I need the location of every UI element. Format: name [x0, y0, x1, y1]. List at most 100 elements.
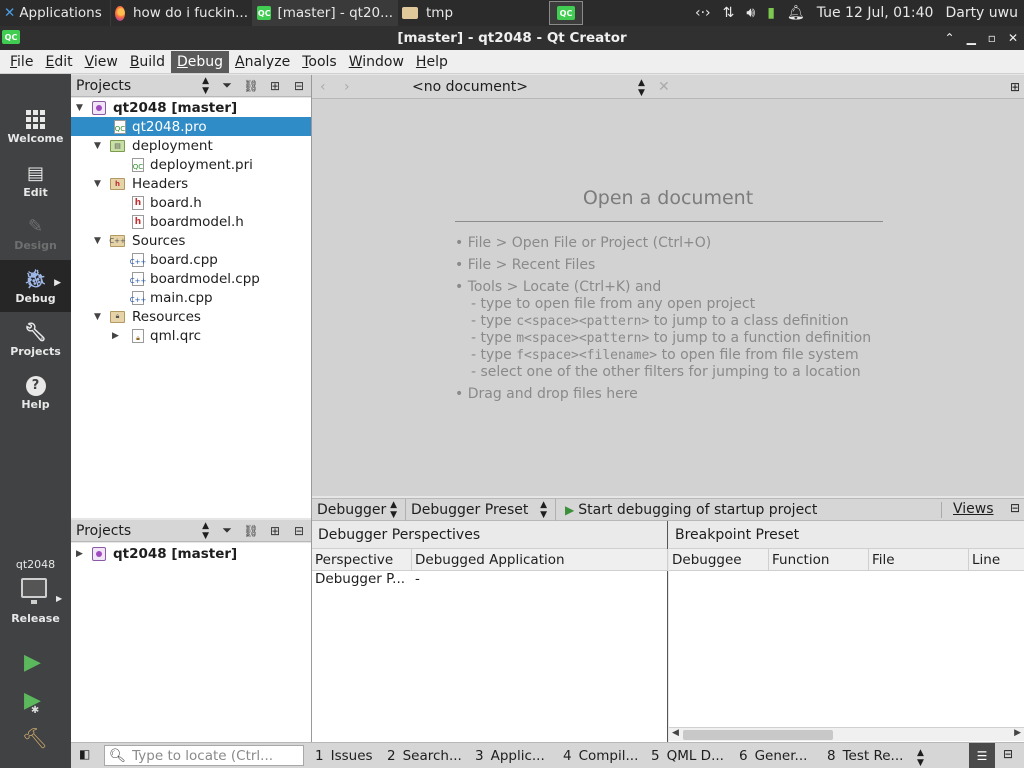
start-debugging-button[interactable]: ▶✱: [24, 688, 49, 716]
column-header-debuggee[interactable]: Debuggee: [669, 549, 769, 571]
mode-debug[interactable]: 🐞︎ Debug ▶: [0, 260, 71, 312]
column-header-file[interactable]: File: [869, 549, 969, 571]
menu-tools[interactable]: Tools: [296, 51, 343, 73]
tree-row-file[interactable]: C++ main.cpp: [71, 288, 311, 307]
mode-design[interactable]: ✎ Design: [0, 207, 71, 259]
progress-details-icon[interactable]: ☰: [969, 743, 995, 768]
close-pane-icon[interactable]: ⊟: [1010, 501, 1020, 515]
build-hammer-button[interactable]: 🔨︎: [22, 726, 47, 750]
tree-row-folder[interactable]: ▼ 🔒︎ Resources: [71, 307, 311, 326]
debugged-application-cell[interactable]: -: [415, 571, 420, 587]
close-document-icon[interactable]: ✕: [658, 79, 670, 95]
window-titlebar[interactable]: QC [master] - qt2048 - Qt Creator ⌃ ▁ ▫ …: [0, 26, 1024, 50]
tree-row-pro-file[interactable]: QC qt2048.pro: [71, 117, 311, 136]
shade-window-icon[interactable]: ⌃: [945, 31, 955, 45]
output-tab-search[interactable]: 2 Search...: [387, 743, 462, 768]
volume-icon[interactable]: 🔊︎: [740, 5, 761, 21]
editor-toolbar: ‹ › <no document> ▲ ▼ ✕ ⊞: [312, 75, 1024, 99]
editor-area[interactable]: Open a document • File > Open File or Pr…: [312, 99, 1024, 496]
menu-help[interactable]: Help: [410, 51, 454, 73]
scroll-right-arrow-icon[interactable]: ▶: [1014, 728, 1021, 738]
notifications-bell-icon[interactable]: 🔔︎: [781, 5, 811, 21]
output-tab-compile[interactable]: 4 Compil...: [563, 743, 638, 768]
filter-icon[interactable]: ⏷: [215, 78, 239, 93]
menu-debug[interactable]: Debug: [170, 50, 230, 73]
mode-welcome[interactable]: Welcome: [0, 100, 71, 152]
column-header-debugged-application[interactable]: Debugged Application: [412, 549, 668, 571]
clock[interactable]: Tue 12 Jul, 01:40: [811, 5, 940, 21]
run-button[interactable]: ▶: [24, 650, 41, 675]
document-selector[interactable]: <no document>: [412, 79, 528, 95]
split-icon[interactable]: ⊞: [263, 524, 287, 538]
network-icon[interactable]: ⇅: [717, 5, 741, 21]
back-arrow-icon[interactable]: ‹: [320, 79, 326, 95]
start-debugging-button[interactable]: ▶ Start debugging of startup project: [560, 499, 860, 521]
split-editor-icon[interactable]: ⊞: [1010, 80, 1020, 94]
maximize-window-icon[interactable]: ▫: [988, 31, 996, 45]
tree-row-file[interactable]: h boardmodel.h: [71, 212, 311, 231]
close-pane-icon[interactable]: ⊟: [287, 524, 311, 538]
taskbar-item-firefox[interactable]: how do i fuckin...: [110, 0, 252, 26]
output-tab-issues[interactable]: 1 Issues: [315, 743, 373, 768]
output-tab-test-results[interactable]: 8 Test Re...: [827, 743, 903, 768]
tree-row-folder[interactable]: ▼ h Headers: [71, 174, 311, 193]
kit-selector-monitor-icon[interactable]: [21, 578, 47, 604]
projects-view-selector[interactable]: Projects: [71, 523, 202, 539]
link-sync-icon[interactable]: ⛓: [239, 79, 263, 93]
tree-row-file[interactable]: C++ board.cpp: [71, 250, 311, 269]
debugger-engine-combo[interactable]: Debugger ▲ ▼: [312, 499, 406, 521]
split-icon[interactable]: ⊞: [263, 79, 287, 93]
menu-view[interactable]: View: [79, 51, 124, 73]
menu-analyze[interactable]: Analyze: [229, 51, 296, 73]
tree-row-file[interactable]: C++ boardmodel.cpp: [71, 269, 311, 288]
debug-bug-overlay-icon: ✱: [30, 705, 40, 716]
tree-row-folder[interactable]: ▼ C++ Sources: [71, 231, 311, 250]
scroll-left-arrow-icon[interactable]: ◀: [672, 728, 679, 738]
debugger-preset-combo[interactable]: Debugger Preset ▲ ▼: [406, 499, 556, 521]
output-tab-general[interactable]: 6 Gener...: [739, 743, 807, 768]
taskbar-item-tmp[interactable]: tmp: [397, 0, 547, 26]
more-tabs-arrows-icon[interactable]: ▲ ▼: [917, 748, 924, 768]
tree-row-qrc[interactable]: ▶ 🔒︎ qml.qrc: [71, 326, 311, 345]
minimize-window-icon[interactable]: ▁: [967, 31, 976, 45]
mode-edit[interactable]: ▤ Edit: [0, 154, 71, 206]
horizontal-scrollbar[interactable]: ◀ ▶: [669, 727, 1024, 741]
toggle-sidebar-icon[interactable]: ◧: [79, 747, 90, 761]
applications-menu[interactable]: ✕ Applications: [0, 0, 110, 26]
projects-view-selector[interactable]: Projects: [71, 78, 202, 94]
battery-icon[interactable]: ▮: [761, 5, 781, 21]
tree-row-file[interactable]: QC deployment.pri: [71, 155, 311, 174]
close-pane-icon[interactable]: ⊟: [287, 79, 311, 93]
taskbar-item-qt-creator[interactable]: QC [master] - qt20...: [252, 0, 397, 26]
taskbar-item-label: [master] - qt20...: [277, 5, 393, 21]
network-activity-icon[interactable]: ‹·›: [689, 5, 717, 21]
tree-item-label: qml.qrc: [150, 327, 202, 344]
menu-window[interactable]: Window: [343, 51, 410, 73]
output-tab-application[interactable]: 3 Applic...: [475, 743, 545, 768]
forward-arrow-icon[interactable]: ›: [344, 79, 350, 95]
workspace-switcher[interactable]: QC: [549, 1, 583, 25]
kit-build-config[interactable]: Release: [0, 612, 71, 625]
tree-row-folder[interactable]: ▼ ▤ deployment: [71, 136, 311, 155]
tree-row-project[interactable]: ▶ qt2048 [master]: [71, 544, 311, 563]
tree-row-file[interactable]: h board.h: [71, 193, 311, 212]
filter-icon[interactable]: ⏷: [215, 523, 239, 538]
tree-row-project[interactable]: ▼ qt2048 [master]: [71, 98, 311, 117]
column-header-line[interactable]: Line: [969, 549, 1024, 571]
menu-edit[interactable]: Edit: [39, 51, 78, 73]
output-tab-qml-debugger[interactable]: 5 QML D...: [651, 743, 724, 768]
column-header-perspective[interactable]: Perspective: [312, 549, 412, 571]
mode-help[interactable]: ? Help: [0, 366, 71, 418]
perspective-cell[interactable]: Debugger P...: [315, 571, 409, 587]
views-menu-button[interactable]: Views: [953, 501, 994, 517]
user-menu[interactable]: Darty uwu: [939, 5, 1024, 21]
scrollbar-thumb[interactable]: [683, 730, 833, 740]
link-sync-icon[interactable]: ⛓: [239, 524, 263, 538]
locator-input[interactable]: 🔍︎ Type to locate (Ctrl...: [104, 745, 304, 766]
menu-build[interactable]: Build: [124, 51, 171, 73]
menu-file[interactable]: File: [4, 51, 39, 73]
mode-projects[interactable]: 🔧︎ Projects: [0, 313, 71, 365]
toggle-output-pane-icon[interactable]: ⊟: [1003, 747, 1013, 761]
close-window-icon[interactable]: ✕: [1008, 31, 1018, 45]
column-header-function[interactable]: Function: [769, 549, 869, 571]
